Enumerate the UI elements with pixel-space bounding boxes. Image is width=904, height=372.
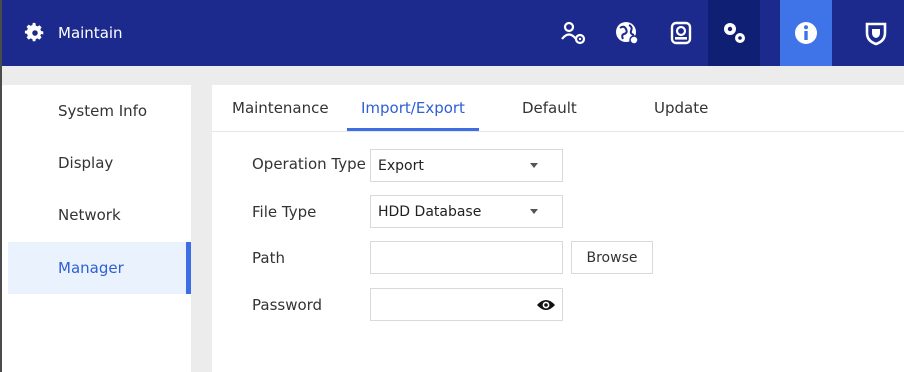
operation-type-select[interactable]: Export [370,149,563,182]
tab-label: Default [522,99,577,117]
path-input[interactable] [370,241,563,274]
gear-icon [24,22,44,42]
security-button[interactable] [850,0,902,66]
sidebar-content-divider [191,85,212,372]
account-settings-icon [561,21,586,45]
tab-update[interactable]: Update [654,85,708,131]
app-title: Maintain [24,20,123,46]
storage-button[interactable] [655,0,707,66]
sidebar-item-label: Manager [58,259,124,277]
app-title-text: Maintain [58,24,123,42]
password-input[interactable] [370,288,563,321]
system-button[interactable] [708,0,760,66]
chevron-down-icon [530,209,538,214]
info-button[interactable] [780,0,832,66]
sidebar-item-label: Network [58,206,121,224]
operation-type-value: Export [378,157,424,174]
security-shield-icon [865,22,887,46]
file-type-select[interactable]: HDD Database [370,195,563,228]
tab-bar: Maintenance Import/Export Default Update [212,85,904,132]
info-icon [795,22,817,44]
sidebar-item-system-info[interactable]: System Info [8,85,191,137]
tab-label: Import/Export [361,99,465,117]
tab-maintenance[interactable]: Maintenance [232,85,329,131]
password-label: Password [252,296,323,314]
sidebar-item-label: System Info [58,102,148,120]
sidebar-item-network[interactable]: Network [8,189,191,241]
path-label: Path [252,249,285,267]
sidebar-item-display[interactable]: Display [8,137,191,189]
account-settings-button[interactable] [548,0,600,66]
file-type-value: HDD Database [378,203,482,220]
eye-icon[interactable] [536,297,556,313]
browse-button[interactable]: Browse [571,241,653,274]
sidebar-item-manager[interactable]: Manager [8,242,191,294]
operation-type-label: Operation Type [252,155,366,173]
tab-label: Update [654,99,709,117]
storage-disk-icon [670,21,692,45]
window-frame-left [0,0,2,66]
network-button[interactable] [601,0,653,66]
main-content: Maintenance Import/Export Default Update… [212,85,904,372]
top-header-bar: Maintain [0,0,904,66]
chevron-down-icon [530,163,538,168]
system-gears-icon [724,23,745,43]
tab-label: Maintenance [232,99,329,117]
sidebar: System Info Display Network Manager [8,85,191,372]
sidebar-item-label: Display [58,154,114,172]
tab-default[interactable]: Default [522,85,577,131]
tab-import-export[interactable]: Import/Export [347,85,479,131]
window-frame-left [0,66,2,372]
header-separator-strip [0,66,904,85]
network-globe-icon [616,22,639,45]
file-type-label: File Type [252,203,317,221]
